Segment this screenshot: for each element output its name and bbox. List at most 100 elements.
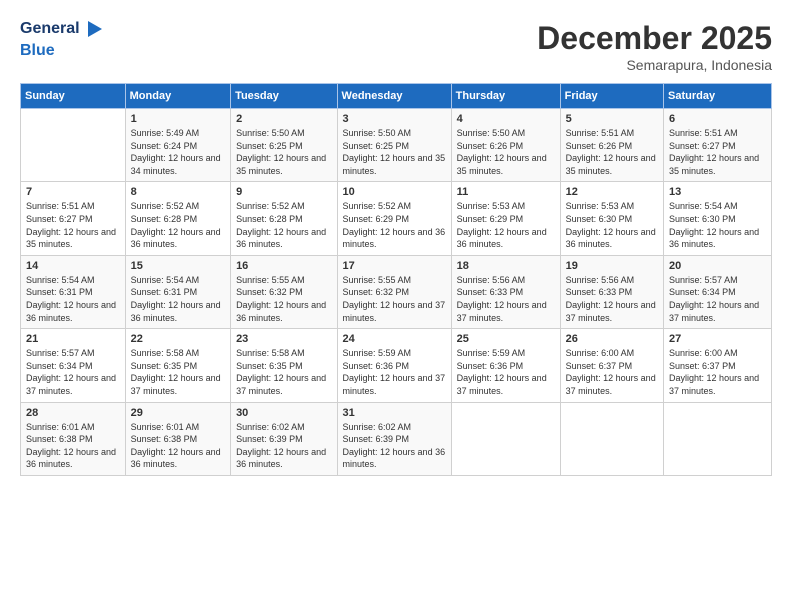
calendar-week-row: 7Sunrise: 5:51 AMSunset: 6:27 PMDaylight… [21,182,772,255]
calendar-cell: 7Sunrise: 5:51 AMSunset: 6:27 PMDaylight… [21,182,126,255]
logo-blue: Blue [20,42,55,60]
day-number: 9 [236,186,331,198]
day-number: 21 [26,333,120,345]
logo-block: General [20,20,102,38]
day-number: 2 [236,113,331,125]
day-info: Sunrise: 5:49 AMSunset: 6:24 PMDaylight:… [131,127,225,177]
day-number: 13 [669,186,766,198]
day-info: Sunrise: 5:55 AMSunset: 6:32 PMDaylight:… [236,274,331,324]
day-number: 23 [236,333,331,345]
day-info: Sunrise: 5:53 AMSunset: 6:30 PMDaylight:… [566,200,658,250]
calendar-cell: 19Sunrise: 5:56 AMSunset: 6:33 PMDayligh… [560,255,663,328]
calendar-cell: 28Sunrise: 6:01 AMSunset: 6:38 PMDayligh… [21,402,126,475]
header-monday: Monday [125,84,230,109]
calendar-week-row: 21 Sunrise: 5:57 AMSunset: 6:34 PMDayligh… [21,329,772,402]
day-number: 14 [26,260,120,272]
calendar-subtitle: Semarapura, Indonesia [537,57,772,73]
day-number: 31 [343,407,446,419]
day-info: Sunrise: 5:54 AMSunset: 6:31 PMDaylight:… [26,274,120,324]
day-number: 16 [236,260,331,272]
calendar-cell: 10 Sunrise: 5:52 AMSunset: 6:29 PMDayligh… [337,182,451,255]
day-info: Sunrise: 5:56 AMSunset: 6:33 PMDaylight:… [457,274,555,324]
day-number: 26 [566,333,658,345]
day-info: Sunrise: 5:59 AMSunset: 6:36 PMDaylight:… [343,347,446,397]
calendar-cell: 6 Sunrise: 5:51 AMSunset: 6:27 PMDaylight… [664,109,772,182]
calendar-cell: 13Sunrise: 5:54 AMSunset: 6:30 PMDayligh… [664,182,772,255]
day-number: 10 [343,186,446,198]
calendar-cell [560,402,663,475]
calendar-cell: 31 Sunrise: 6:02 AMSunset: 6:39 PMDayligh… [337,402,451,475]
calendar-cell: 2 Sunrise: 5:50 AMSunset: 6:25 PMDaylight… [231,109,337,182]
header-tuesday: Tuesday [231,84,337,109]
day-info: Sunrise: 5:58 AMSunset: 6:35 PMDaylight:… [236,347,331,397]
calendar-cell: 25Sunrise: 5:59 AMSunset: 6:36 PMDayligh… [451,329,560,402]
day-number: 29 [131,407,225,419]
day-info: Sunrise: 6:01 AMSunset: 6:38 PMDaylight:… [131,421,225,471]
calendar-cell: 29 Sunrise: 6:01 AMSunset: 6:38 PMDayligh… [125,402,230,475]
day-number: 5 [566,113,658,125]
day-number: 7 [26,186,120,198]
calendar-cell: 8Sunrise: 5:52 AMSunset: 6:28 PMDaylight… [125,182,230,255]
calendar-cell: 14 Sunrise: 5:54 AMSunset: 6:31 PMDayligh… [21,255,126,328]
day-number: 27 [669,333,766,345]
calendar-cell: 27 Sunrise: 6:00 AMSunset: 6:37 PMDayligh… [664,329,772,402]
calendar-cell: 18 Sunrise: 5:56 AMSunset: 6:33 PMDayligh… [451,255,560,328]
calendar-week-row: 14 Sunrise: 5:54 AMSunset: 6:31 PMDayligh… [21,255,772,328]
header-saturday: Saturday [664,84,772,109]
day-number: 18 [457,260,555,272]
calendar-cell: 12 Sunrise: 5:53 AMSunset: 6:30 PMDayligh… [560,182,663,255]
header-friday: Friday [560,84,663,109]
header-sunday: Sunday [21,84,126,109]
day-number: 3 [343,113,446,125]
day-number: 24 [343,333,446,345]
calendar-cell: 21 Sunrise: 5:57 AMSunset: 6:34 PMDayligh… [21,329,126,402]
logo-block2: Blue [20,42,55,60]
day-number: 17 [343,260,446,272]
calendar-cell: 11 Sunrise: 5:53 AMSunset: 6:29 PMDayligh… [451,182,560,255]
day-number: 30 [236,407,331,419]
day-info: Sunrise: 5:57 AMSunset: 6:34 PMDaylight:… [669,274,766,324]
day-info: Sunrise: 5:53 AMSunset: 6:29 PMDaylight:… [457,200,555,250]
day-info: Sunrise: 6:02 AMSunset: 6:39 PMDaylight:… [236,421,331,471]
day-info: Sunrise: 5:50 AMSunset: 6:25 PMDaylight:… [236,127,331,177]
calendar-table: SundayMondayTuesdayWednesdayThursdayFrid… [20,83,772,476]
day-number: 11 [457,186,555,198]
calendar-week-row: 1Sunrise: 5:49 AMSunset: 6:24 PMDaylight… [21,109,772,182]
day-number: 15 [131,260,225,272]
calendar-cell: 9 Sunrise: 5:52 AMSunset: 6:28 PMDaylight… [231,182,337,255]
calendar-cell: 1Sunrise: 5:49 AMSunset: 6:24 PMDaylight… [125,109,230,182]
calendar-cell [451,402,560,475]
day-info: Sunrise: 5:51 AMSunset: 6:27 PMDaylight:… [669,127,766,177]
day-number: 28 [26,407,120,419]
day-info: Sunrise: 5:58 AMSunset: 6:35 PMDaylight:… [131,347,225,397]
day-info: Sunrise: 6:00 AMSunset: 6:37 PMDaylight:… [669,347,766,397]
calendar-cell: 4Sunrise: 5:50 AMSunset: 6:26 PMDaylight… [451,109,560,182]
day-number: 12 [566,186,658,198]
day-info: Sunrise: 6:02 AMSunset: 6:39 PMDaylight:… [343,421,446,471]
calendar-week-row: 28 Sunrise: 6:01 AMSunset: 6:38 PMDayligh… [21,402,772,475]
calendar-cell: 23 Sunrise: 5:58 AMSunset: 6:35 PMDayligh… [231,329,337,402]
calendar-cell: 17Sunrise: 5:55 AMSunset: 6:32 PMDayligh… [337,255,451,328]
calendar-cell: 16 Sunrise: 5:55 AMSunset: 6:32 PMDayligh… [231,255,337,328]
title-area: December 2025 Semarapura, Indonesia [537,20,772,73]
day-info: Sunrise: 5:52 AMSunset: 6:28 PMDaylight:… [236,200,331,250]
day-info: Sunrise: 5:52 AMSunset: 6:29 PMDaylight:… [343,200,446,250]
logo-arrow-icon [88,21,102,37]
day-info: Sunrise: 5:57 AMSunset: 6:34 PMDaylight:… [26,347,120,397]
day-number: 25 [457,333,555,345]
calendar-cell: 26 Sunrise: 6:00 AMSunset: 6:37 PMDayligh… [560,329,663,402]
calendar-cell: 5Sunrise: 5:51 AMSunset: 6:26 PMDaylight… [560,109,663,182]
calendar-title: December 2025 [537,20,772,57]
header-wednesday: Wednesday [337,84,451,109]
day-info: Sunrise: 6:00 AMSunset: 6:37 PMDaylight:… [566,347,658,397]
day-info: Sunrise: 5:54 AMSunset: 6:31 PMDaylight:… [131,274,225,324]
day-info: Sunrise: 5:56 AMSunset: 6:33 PMDaylight:… [566,274,658,324]
logo-general: General [20,20,80,38]
calendar-cell: 3Sunrise: 5:50 AMSunset: 6:25 PMDaylight… [337,109,451,182]
day-number: 20 [669,260,766,272]
day-number: 8 [131,186,225,198]
calendar-cell: 30 Sunrise: 6:02 AMSunset: 6:39 PMDayligh… [231,402,337,475]
calendar-cell [664,402,772,475]
day-number: 6 [669,113,766,125]
day-info: Sunrise: 5:50 AMSunset: 6:26 PMDaylight:… [457,127,555,177]
